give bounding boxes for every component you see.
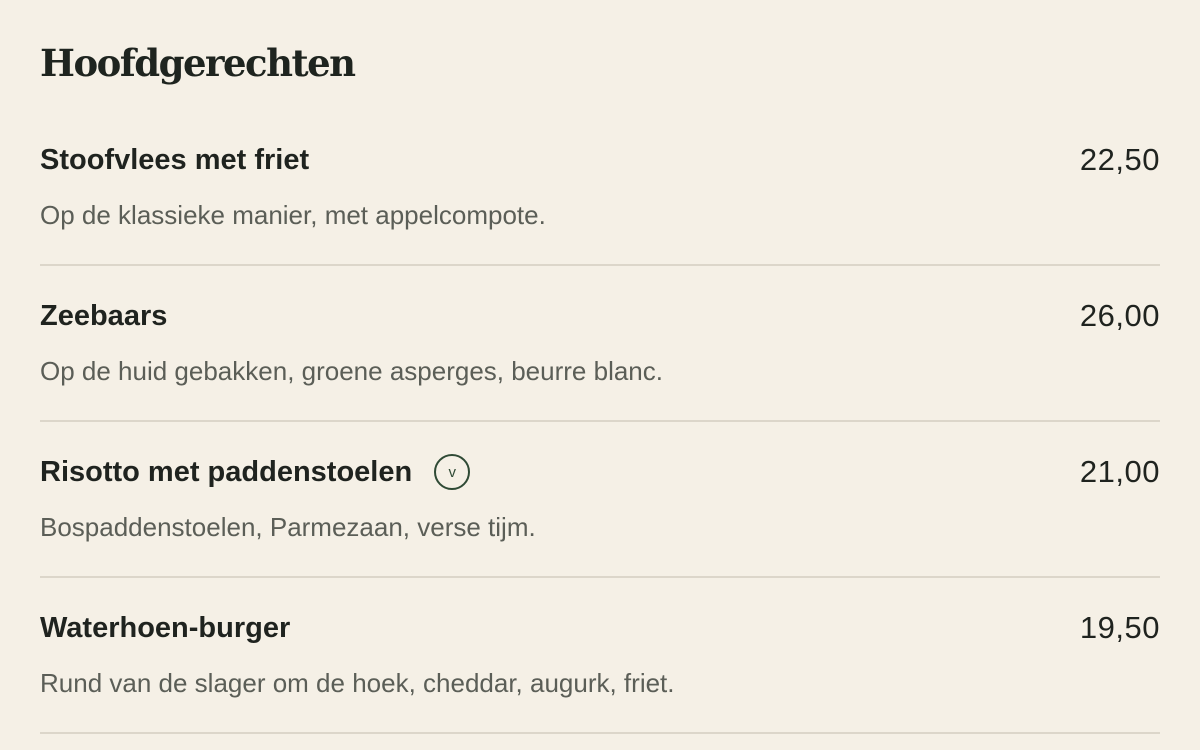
section-title: Hoofdgerechten — [40, 41, 356, 85]
menu-item-name: Zeebaars — [40, 300, 168, 332]
menu-item: Stoofvlees met friet 22,50 Op de klassie… — [40, 110, 1160, 266]
menu-item-description: Rund van de slager om de hoek, cheddar, … — [40, 668, 675, 698]
menu-item-name: Stoofvlees met friet — [40, 144, 310, 176]
menu-item-price: 26,00 — [1079, 298, 1160, 333]
menu-item-description: Bospaddenstoelen, Parmezaan, verse tijm. — [40, 512, 536, 542]
menu-item-description: Op de huid gebakken, groene asperges, be… — [40, 356, 663, 386]
menu-item-header: Stoofvlees met friet 22,50 — [40, 140, 1160, 180]
menu-section: Hoofdgerechten Stoofvlees met friet 22,5… — [0, 0, 1200, 750]
menu-item-name: Waterhoen-burger — [40, 612, 291, 644]
menu-item-description: Op de klassieke manier, met appelcompote… — [40, 200, 546, 230]
menu-item: Waterhoen-burger 19,50 Rund van de slage… — [40, 578, 1160, 734]
menu-item-price: 21,00 — [1079, 454, 1160, 489]
menu-item: Zeebaars 26,00 Op de huid gebakken, groe… — [40, 266, 1160, 422]
menu-list: Stoofvlees met friet 22,50 Op de klassie… — [40, 110, 1160, 734]
menu-item-header: Risotto met paddenstoelen v 21,00 — [40, 452, 1160, 492]
menu-item-header: Zeebaars 26,00 — [40, 296, 1160, 336]
menu-item-price: 22,50 — [1079, 142, 1160, 177]
menu-item-price: 19,50 — [1079, 610, 1160, 645]
menu-item-name: Risotto met paddenstoelen — [40, 456, 413, 488]
menu-item-header: Waterhoen-burger 19,50 — [40, 608, 1160, 648]
vegetarian-badge-icon: v — [434, 454, 471, 490]
menu-item: Risotto met paddenstoelen v 21,00 Bospad… — [40, 422, 1160, 578]
